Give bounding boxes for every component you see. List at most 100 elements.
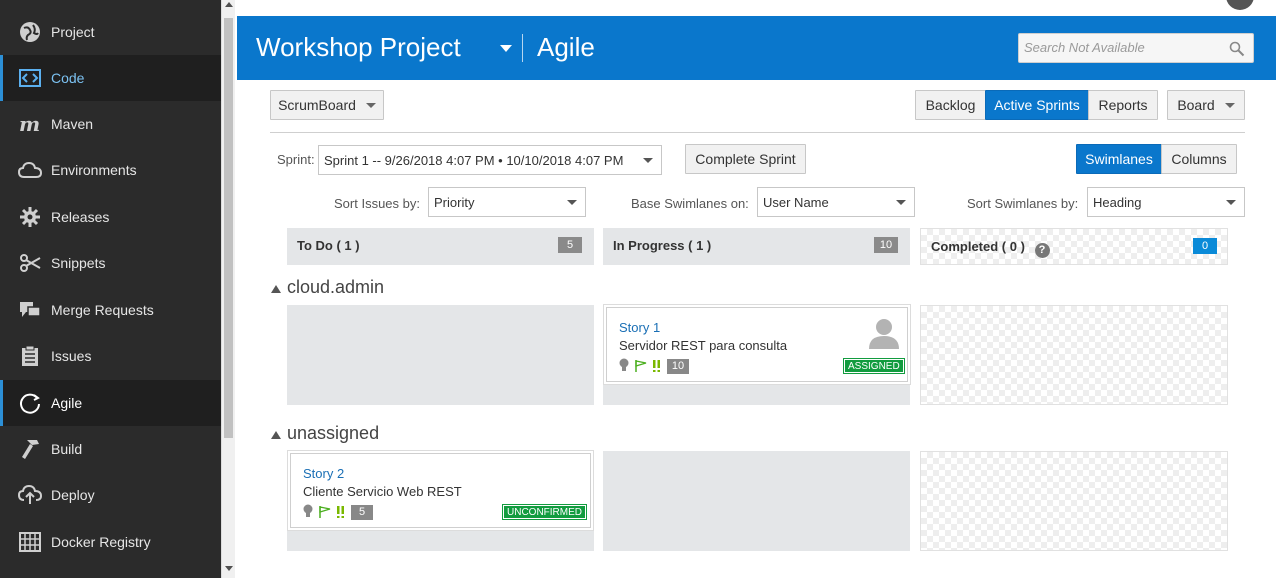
tab-active-sprints[interactable]: Active Sprints [985, 90, 1089, 120]
sidebar-item-label: Docker Registry [51, 534, 151, 550]
issue-card[interactable]: Story 1 Servidor REST para consulta 10 A… [606, 307, 908, 382]
board-menu-button[interactable]: Board [1167, 90, 1245, 120]
issue-link[interactable]: Story 1 [619, 320, 660, 335]
complete-sprint-button[interactable]: Complete Sprint [685, 144, 806, 174]
story-points-badge: 5 [351, 505, 373, 520]
cloud-upload-icon [18, 483, 42, 507]
scissors-icon [18, 251, 42, 275]
tab-reports[interactable]: Reports [1088, 90, 1158, 120]
sidebar-item-merge-requests[interactable]: Merge Requests [0, 287, 221, 333]
sidebar-item-project[interactable]: Project [0, 9, 221, 55]
columns-toggle[interactable]: Columns [1161, 144, 1237, 174]
swimlane-cell-completed [920, 451, 1228, 551]
swimlane-header[interactable]: unassigned [271, 423, 379, 444]
bulb-icon [303, 504, 313, 521]
search-icon[interactable] [1229, 41, 1245, 60]
sidebar-item-label: Agile [51, 395, 83, 411]
sidebar-item-docker-registry[interactable]: Docker Registry [0, 519, 221, 565]
scroll-down-icon[interactable] [225, 566, 233, 571]
scroll-thumb[interactable] [224, 18, 233, 438]
sidebar-item-label: Issues [51, 348, 92, 364]
search-input[interactable] [1024, 40, 1224, 55]
project-title[interactable]: Workshop Project [256, 32, 461, 63]
chevron-down-icon [365, 102, 376, 108]
help-icon[interactable]: ? [1034, 243, 1050, 258]
sidebar-item-issues[interactable]: Issues [0, 333, 221, 379]
complete-sprint-label: Complete Sprint [695, 151, 796, 167]
hammer-icon [18, 437, 42, 461]
chevron-down-icon[interactable] [500, 45, 512, 52]
svg-text:m: m [19, 115, 40, 133]
code-icon [18, 66, 42, 90]
scroll-up-icon[interactable] [225, 2, 233, 7]
priority-icon [653, 359, 661, 375]
sidebar-item-agile[interactable]: Agile [0, 380, 221, 426]
divider [270, 132, 1245, 133]
project-header: Workshop Project Agile [237, 16, 1276, 80]
user-avatar-icon [867, 317, 901, 352]
sidebar-item-label: Deploy [51, 487, 95, 503]
search-box[interactable] [1018, 33, 1254, 63]
select-value: Priority [434, 194, 475, 210]
board-select-label: ScrumBoard [278, 97, 356, 113]
card-icons: 5 [303, 504, 373, 521]
status-badge: UNCONFIRMED [502, 504, 587, 520]
sidebar-item-label: Environments [51, 162, 137, 178]
tab-label: Backlog [925, 97, 976, 113]
select-value: User Name [763, 194, 829, 210]
base-swimlanes-select[interactable]: User Name [757, 187, 915, 217]
chevron-down-icon [643, 158, 653, 163]
base-swimlanes-label: Base Swimlanes on: [631, 196, 749, 211]
collapse-triangle-icon[interactable] [271, 284, 281, 293]
docker-icon [18, 530, 42, 554]
story-points-badge: 10 [667, 359, 689, 374]
sidebar-item-code[interactable]: Code [0, 55, 221, 101]
chevron-down-icon [1226, 200, 1236, 205]
sidebar-item-build[interactable]: Build [0, 426, 221, 472]
gear-icon [18, 205, 42, 229]
sidebar-item-label: Releases [51, 209, 110, 225]
issue-summary: Servidor REST para consulta [619, 338, 788, 353]
swimlane-header[interactable]: cloud.admin [271, 277, 384, 298]
swimlanes-toggle[interactable]: Swimlanes [1076, 144, 1162, 174]
sidebar-item-maven[interactable]: m Maven [0, 101, 221, 147]
sort-swimlanes-select[interactable]: Heading [1087, 187, 1245, 217]
sidebar-item-deploy[interactable]: Deploy [0, 472, 221, 518]
maven-icon: m [18, 112, 42, 136]
sort-swimlanes-label: Sort Swimlanes by: [967, 196, 1079, 211]
merge-icon [18, 298, 42, 322]
swimlane-name: cloud.admin [287, 277, 385, 297]
board-select[interactable]: ScrumBoard [270, 90, 384, 120]
sidebar-scrollbar[interactable] [221, 0, 235, 578]
issue-card[interactable]: Story 2 Cliente Servicio Web REST 5 UNCO… [290, 453, 591, 528]
flag-icon [319, 505, 331, 521]
issue-link[interactable]: Story 2 [303, 466, 344, 481]
toggle-label: Swimlanes [1085, 151, 1153, 167]
sprint-label: Sprint: [277, 152, 315, 167]
tab-backlog[interactable]: Backlog [915, 90, 986, 120]
sidebar-item-label: Merge Requests [51, 302, 154, 318]
globe-icon [18, 20, 42, 44]
card-icons: 10 [619, 358, 689, 375]
divider [522, 34, 523, 62]
bulb-icon [619, 358, 629, 375]
sprint-select[interactable]: Sprint 1 -- 9/26/2018 4:07 PM • 10/10/20… [318, 145, 662, 175]
column-title: In Progress ( 1 ) [613, 238, 712, 253]
sidebar-item-environments[interactable]: Environments [0, 147, 221, 193]
sidebar: Project Code m Maven Environments Releas… [0, 0, 221, 578]
sidebar-item-snippets[interactable]: Snippets [0, 240, 221, 286]
select-value: Heading [1093, 194, 1142, 210]
agile-icon [18, 391, 42, 415]
column-header-completed: Completed ( 0 ) ? 0 [920, 228, 1228, 265]
count-badge: 0 [1193, 238, 1217, 254]
sidebar-item-releases[interactable]: Releases [0, 194, 221, 240]
swimlane-cell-completed [920, 305, 1228, 405]
count-badge: 5 [558, 237, 582, 253]
collapse-triangle-icon[interactable] [271, 430, 281, 439]
status-badge: ASSIGNED [843, 358, 905, 374]
tab-label: Active Sprints [994, 97, 1080, 113]
swimlane-cell-in-progress [603, 451, 910, 551]
sort-issues-select[interactable]: Priority [428, 187, 586, 217]
toggle-label: Columns [1171, 151, 1227, 167]
chevron-down-icon [1224, 102, 1235, 108]
